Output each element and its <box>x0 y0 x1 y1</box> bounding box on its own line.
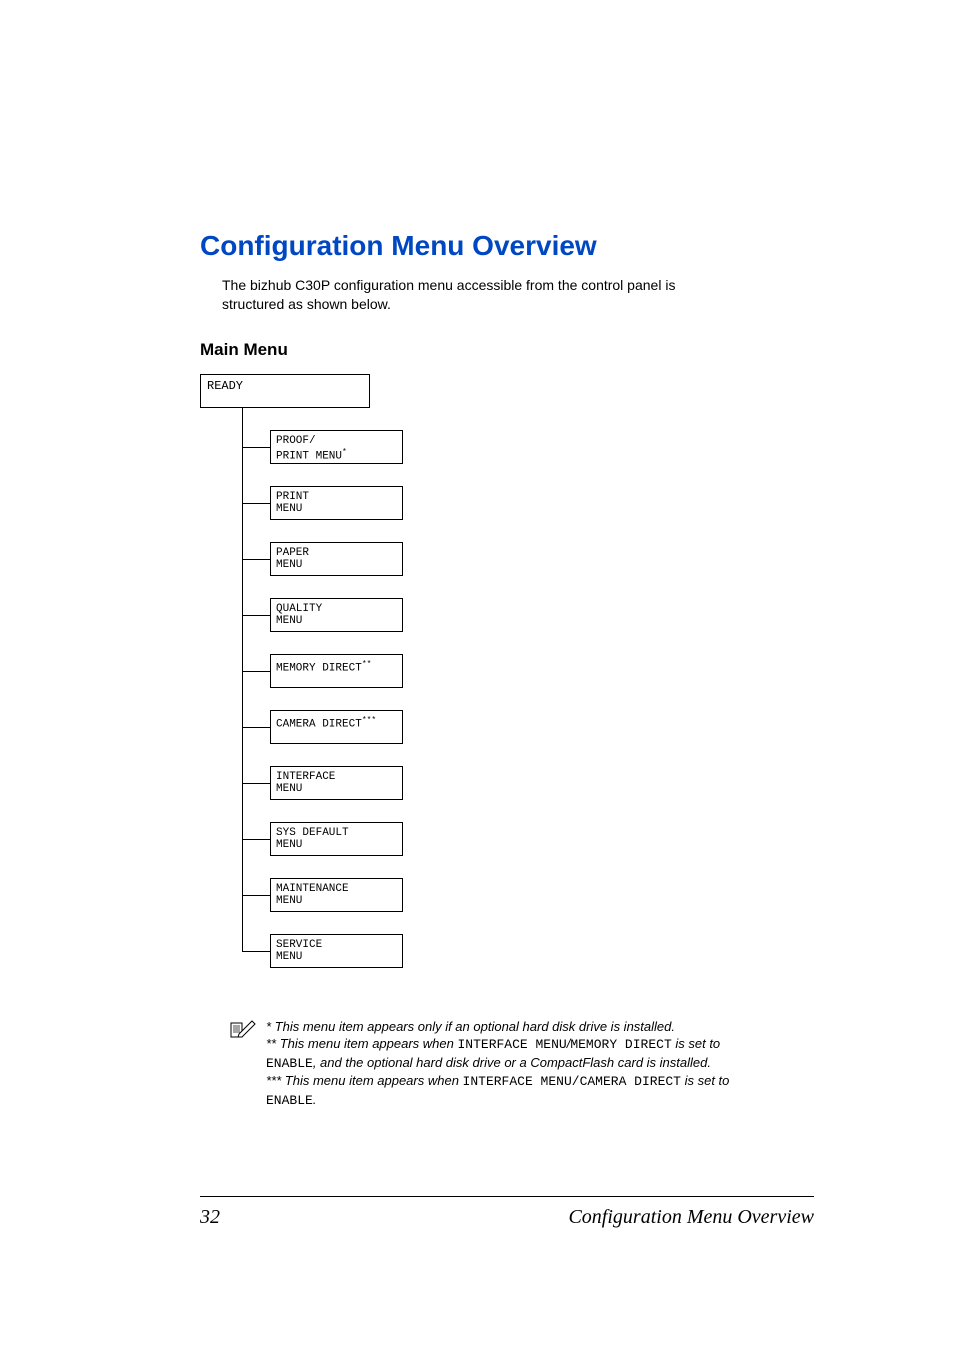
tree-node: PAPERMENU <box>270 542 403 576</box>
tree-node: MEMORY DIRECT** <box>270 654 403 688</box>
tree-connector <box>242 615 270 616</box>
note-3-b: is set to <box>681 1073 729 1088</box>
tree-connector <box>242 559 270 560</box>
note-2-c: , and the optional hard disk drive or a … <box>313 1055 711 1070</box>
note-2-a: ** This menu item appears when <box>266 1036 457 1051</box>
note-pencil-icon <box>230 1020 256 1043</box>
page-footer: 32 Configuration Menu Overview <box>200 1206 814 1229</box>
tree-node: CAMERA DIRECT*** <box>270 710 403 744</box>
footer-title: Configuration Menu Overview <box>568 1206 814 1229</box>
tree-connector <box>242 895 270 896</box>
tree-node: MAINTENANCEMENU <box>270 878 403 912</box>
tree-node: PRINTMENU <box>270 486 403 520</box>
tree-connector <box>242 727 270 728</box>
tree-root-box: READY <box>200 374 370 408</box>
page-number: 32 <box>200 1206 220 1229</box>
tree-trunk-line <box>242 408 243 951</box>
footer-divider <box>200 1196 814 1197</box>
tree-connector <box>242 951 270 952</box>
note-3-m2: ENABLE <box>266 1093 313 1108</box>
tree-node: QUALITYMENU <box>270 598 403 632</box>
note-2-m3: ENABLE <box>266 1056 313 1071</box>
tree-connector <box>242 503 270 504</box>
tree-connector <box>242 783 270 784</box>
tree-connector <box>242 839 270 840</box>
tree-node: PROOF/PRINT MENU* <box>270 430 403 464</box>
tree-node: SYS DEFAULTMENU <box>270 822 403 856</box>
note-1: * This menu item appears only if an opti… <box>266 1019 675 1034</box>
note-2-m2: MEMORY DIRECT <box>570 1037 671 1052</box>
menu-tree: READY PROOF/PRINT MENU* PRINTMENU PAPERMEN… <box>200 374 814 994</box>
note-block: * This menu item appears only if an opti… <box>230 1018 750 1110</box>
tree-connector <box>242 447 270 448</box>
section-heading: Main Menu <box>200 340 814 360</box>
tree-connector <box>242 671 270 672</box>
tree-node: SERVICEMENU <box>270 934 403 968</box>
note-3-c: . <box>313 1092 317 1107</box>
note-3-a: *** This menu item appears when <box>266 1073 463 1088</box>
page-title: Configuration Menu Overview <box>200 230 814 262</box>
note-2-b: is set to <box>672 1036 720 1051</box>
intro-text: The bizhub C30P configuration menu acces… <box>222 276 702 314</box>
note-3-m1: INTERFACE MENU/CAMERA DIRECT <box>463 1074 681 1089</box>
note-text: * This menu item appears only if an opti… <box>266 1018 750 1110</box>
note-2-m1: INTERFACE MENU <box>457 1037 566 1052</box>
tree-node: INTERFACEMENU <box>270 766 403 800</box>
